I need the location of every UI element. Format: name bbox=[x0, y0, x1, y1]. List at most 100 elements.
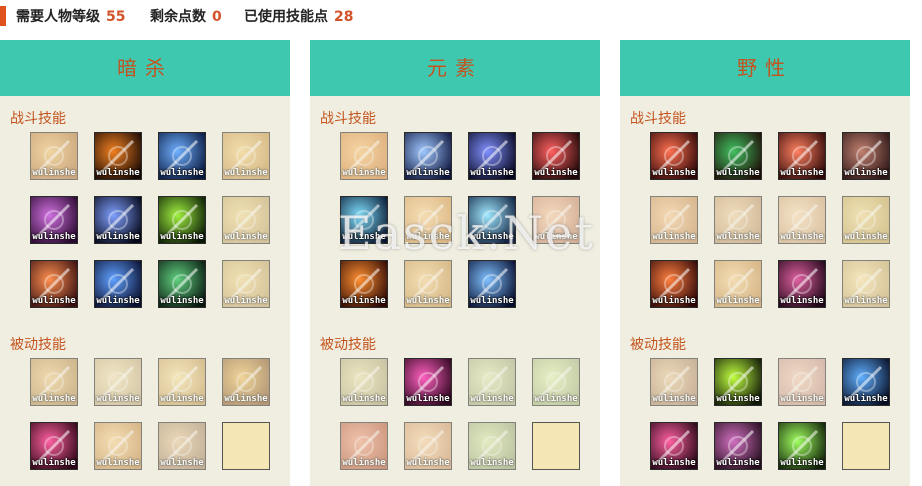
icon-watermark: wulinshe bbox=[716, 232, 760, 242]
icon-watermark: wulinshe bbox=[470, 394, 514, 404]
icon-watermark: wulinshe bbox=[470, 168, 514, 178]
icon-watermark: wulinshe bbox=[780, 394, 824, 404]
arcane-surge-icon[interactable]: wulinshe bbox=[404, 358, 452, 406]
fire-burst-icon[interactable]: wulinshe bbox=[340, 132, 388, 180]
icon-watermark: wulinshe bbox=[96, 296, 140, 306]
slash-icon[interactable]: wulinshe bbox=[222, 132, 270, 180]
shadow-strike-icon[interactable]: wulinshe bbox=[158, 132, 206, 180]
passive-skills-label: 被动技能 bbox=[10, 337, 66, 353]
critical-eye-icon[interactable]: wulinshe bbox=[30, 422, 78, 470]
wind-sigil-icon[interactable]: wulinshe bbox=[650, 196, 698, 244]
icon-watermark: wulinshe bbox=[160, 458, 204, 468]
icon-watermark: wulinshe bbox=[224, 296, 268, 306]
mana-flow-icon[interactable]: wulinshe bbox=[468, 358, 516, 406]
fire-dash-icon[interactable]: wulinshe bbox=[94, 132, 142, 180]
icon-watermark: wulinshe bbox=[844, 296, 888, 306]
lethal-focus-icon[interactable]: wulinshe bbox=[94, 422, 142, 470]
phantom-dash-icon[interactable]: wulinshe bbox=[94, 260, 142, 308]
faded-swirl-icon[interactable]: wulinshe bbox=[222, 196, 270, 244]
used-points-stat: 已使用技能点 28 bbox=[244, 6, 353, 26]
spear-thrust-icon[interactable]: wulinshe bbox=[650, 132, 698, 180]
sharp-claw-icon[interactable]: wulinshe bbox=[778, 358, 826, 406]
required-level-stat: 需要人物等级 55 bbox=[16, 6, 125, 26]
claw-swipe-icon[interactable]: wulinshe bbox=[714, 196, 762, 244]
lightning-strike-icon[interactable]: wulinshe bbox=[532, 132, 580, 180]
remaining-points-label: 剩余点数 bbox=[150, 9, 206, 25]
ember-icon[interactable]: wulinshe bbox=[532, 196, 580, 244]
hunter-instinct-icon[interactable]: wulinshe bbox=[714, 260, 762, 308]
empty-slot[interactable] bbox=[532, 422, 580, 470]
icon-watermark: wulinshe bbox=[96, 458, 140, 468]
empty-slot[interactable] bbox=[222, 422, 270, 470]
paw-print-icon[interactable]: wulinshe bbox=[778, 422, 826, 470]
spirit-totem-icon[interactable]: wulinshe bbox=[842, 260, 890, 308]
icon-watermark: wulinshe bbox=[406, 394, 450, 404]
icon-watermark: wulinshe bbox=[32, 168, 76, 178]
beast-roar-icon[interactable]: wulinshe bbox=[842, 132, 890, 180]
arrow-volley-icon[interactable]: wulinshe bbox=[778, 132, 826, 180]
used-points-value: 28 bbox=[334, 9, 354, 25]
eagle-eye-icon[interactable]: wulinshe bbox=[842, 358, 890, 406]
icon-watermark: wulinshe bbox=[342, 394, 386, 404]
assassin-silhouette-icon[interactable]: wulinshe bbox=[158, 260, 206, 308]
skill-tree-elemental: 元素 战斗技能 被动技能 wulinshe wulinshe wulinshe wul… bbox=[310, 40, 600, 486]
panel-title: 暗杀 bbox=[0, 40, 290, 96]
icon-watermark: wulinshe bbox=[342, 232, 386, 242]
icon-watermark: wulinshe bbox=[96, 394, 140, 404]
radiance-icon[interactable]: wulinshe bbox=[404, 422, 452, 470]
icon-watermark: wulinshe bbox=[470, 458, 514, 468]
blade-arc-icon[interactable]: wulinshe bbox=[222, 260, 270, 308]
blade-mastery-icon[interactable]: wulinshe bbox=[30, 358, 78, 406]
crossbow-shot-icon[interactable]: wulinshe bbox=[30, 132, 78, 180]
icon-watermark: wulinshe bbox=[534, 394, 578, 404]
poison-blade-icon[interactable]: wulinshe bbox=[158, 196, 206, 244]
icon-watermark: wulinshe bbox=[406, 458, 450, 468]
target-mark-icon[interactable]: wulinshe bbox=[30, 196, 78, 244]
shadow-form-icon[interactable]: wulinshe bbox=[158, 422, 206, 470]
ice-spear-icon[interactable]: wulinshe bbox=[404, 132, 452, 180]
panel-title: 元素 bbox=[310, 40, 600, 96]
storm-icon[interactable]: wulinshe bbox=[468, 260, 516, 308]
arcane-bolt-icon[interactable]: wulinshe bbox=[468, 132, 516, 180]
feral-eyes-icon[interactable]: wulinshe bbox=[714, 358, 762, 406]
used-points-label: 已使用技能点 bbox=[244, 9, 328, 25]
hooded-hunter-icon[interactable]: wulinshe bbox=[778, 260, 826, 308]
dark-lunge-icon[interactable]: wulinshe bbox=[94, 196, 142, 244]
icon-watermark: wulinshe bbox=[224, 394, 268, 404]
wild-spirit-icon[interactable]: wulinshe bbox=[714, 422, 762, 470]
dagger-strike-icon[interactable]: wulinshe bbox=[30, 260, 78, 308]
wild-leap-icon[interactable]: wulinshe bbox=[778, 196, 826, 244]
evasion-icon[interactable]: wulinshe bbox=[158, 358, 206, 406]
nature-spirit-icon[interactable]: wulinshe bbox=[468, 422, 516, 470]
longbow-icon[interactable]: wulinshe bbox=[650, 422, 698, 470]
ice-crystal-icon[interactable]: wulinshe bbox=[468, 196, 516, 244]
meteor-icon[interactable]: wulinshe bbox=[404, 260, 452, 308]
icon-watermark: wulinshe bbox=[32, 458, 76, 468]
flame-wave-icon[interactable]: wulinshe bbox=[404, 196, 452, 244]
passive-skills-label: 被动技能 bbox=[630, 337, 686, 353]
combat-skills-label: 战斗技能 bbox=[630, 111, 686, 127]
elemental-focus-icon[interactable]: wulinshe bbox=[340, 358, 388, 406]
icon-watermark: wulinshe bbox=[160, 232, 204, 242]
icon-watermark: wulinshe bbox=[716, 394, 760, 404]
net-trap-icon[interactable]: wulinshe bbox=[842, 196, 890, 244]
frost-slash-icon[interactable]: wulinshe bbox=[340, 196, 388, 244]
icon-watermark: wulinshe bbox=[96, 168, 140, 178]
element-orb-icon[interactable]: wulinshe bbox=[532, 358, 580, 406]
agility-icon[interactable]: wulinshe bbox=[94, 358, 142, 406]
icon-watermark: wulinshe bbox=[406, 232, 450, 242]
icon-watermark: wulinshe bbox=[342, 296, 386, 306]
icon-watermark: wulinshe bbox=[342, 458, 386, 468]
icon-watermark: wulinshe bbox=[652, 232, 696, 242]
piercing-lance-icon[interactable]: wulinshe bbox=[650, 260, 698, 308]
bear-form-icon[interactable]: wulinshe bbox=[650, 358, 698, 406]
icon-watermark: wulinshe bbox=[716, 458, 760, 468]
empty-slot[interactable] bbox=[842, 422, 890, 470]
stealth-icon[interactable]: wulinshe bbox=[222, 358, 270, 406]
icon-watermark: wulinshe bbox=[780, 168, 824, 178]
fire-rage-icon[interactable]: wulinshe bbox=[340, 422, 388, 470]
leaf-blade-icon[interactable]: wulinshe bbox=[714, 132, 762, 180]
icon-watermark: wulinshe bbox=[406, 168, 450, 178]
fire-lightning-icon[interactable]: wulinshe bbox=[340, 260, 388, 308]
icon-watermark: wulinshe bbox=[844, 168, 888, 178]
